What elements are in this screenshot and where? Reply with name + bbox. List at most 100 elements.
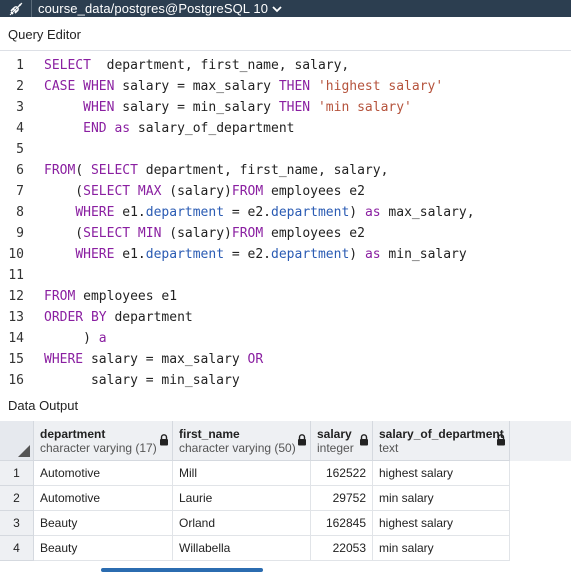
code-line[interactable]: 9 (SELECT MIN (salary)FROM employees e2 — [0, 223, 571, 244]
code-text[interactable]: WHEN salary = min_salary THEN 'min salar… — [44, 97, 412, 118]
table-cell[interactable]: Automotive — [34, 461, 173, 486]
table-row[interactable]: 4 Beauty Willabella 22053 min salary — [0, 536, 510, 561]
code-line[interactable]: 10 WHERE e1.department = e2.department) … — [0, 244, 571, 265]
table-cell[interactable]: 29752 — [311, 486, 373, 511]
table-cell[interactable]: min salary — [373, 536, 510, 561]
line-number: 13 — [8, 310, 24, 325]
line-number: 4 — [16, 121, 24, 136]
sql-keyword: CASE WHEN — [44, 79, 115, 94]
sql-text: min_salary — [380, 247, 467, 262]
column-header-first-name[interactable]: first_name character varying (50) — [173, 421, 311, 461]
code-line[interactable]: 14 ) a — [0, 328, 571, 349]
table-cell[interactable]: highest salary — [373, 511, 510, 536]
grid-body: 1 Automotive Mill 162522 highest salary 2 Auto… — [0, 461, 510, 561]
table-cell[interactable]: Automotive — [34, 486, 173, 511]
sql-field: department — [271, 247, 350, 262]
code-line[interactable]: 13 ORDER BY department — [0, 307, 571, 328]
table-cell[interactable]: Laurie — [173, 486, 311, 511]
code-text[interactable]: salary = min_salary — [44, 370, 240, 388]
sql-text: ) — [349, 205, 365, 220]
code-line[interactable]: 1 SELECT department, first_name, salary, — [0, 55, 571, 76]
connection-label[interactable]: course_data/postgres@PostgreSQL 10 — [38, 1, 268, 16]
code-text[interactable]: ) a — [44, 328, 107, 349]
table-cell[interactable]: Willabella — [173, 536, 311, 561]
sql-text: = e2. — [224, 247, 272, 262]
code-text[interactable]: END as salary_of_department — [44, 118, 294, 139]
sql-keyword: WHERE — [44, 352, 84, 367]
sql-keyword: ORDER BY — [44, 310, 107, 325]
table-cell[interactable]: 162522 — [311, 461, 373, 486]
code-text[interactable]: WHERE e1.department = e2.department) as … — [44, 244, 467, 265]
code-text[interactable]: WHERE salary = max_salary OR — [44, 349, 263, 370]
code-text[interactable]: ORDER BY department — [44, 307, 193, 328]
code-text[interactable]: FROM( SELECT department, first_name, sal… — [44, 160, 388, 181]
code-line[interactable]: 11 — [0, 265, 571, 286]
connection-link-icon[interactable] — [0, 0, 32, 17]
row-number[interactable]: 1 — [0, 461, 34, 486]
table-row[interactable]: 1 Automotive Mill 162522 highest salary — [0, 461, 510, 486]
table-cell[interactable]: Orland — [173, 511, 311, 536]
grid-header-filler — [510, 421, 571, 461]
sql-keyword: SELECT MIN — [83, 226, 162, 241]
select-all-corner[interactable] — [0, 421, 34, 461]
row-number[interactable]: 3 — [0, 511, 34, 536]
sql-keyword: FROM — [231, 184, 264, 199]
horizontal-scrollbar[interactable] — [101, 568, 263, 572]
code-text[interactable]: CASE WHEN salary = max_salary THEN 'high… — [44, 76, 443, 97]
code-text[interactable]: FROM employees e1 — [44, 286, 177, 307]
code-text[interactable]: (SELECT MAX (salary)FROM employees e2 — [44, 181, 365, 202]
query-editor-title[interactable]: Query Editor — [0, 22, 571, 46]
sql-text: ) — [349, 247, 365, 262]
sql-keyword: SELECT — [90, 163, 138, 178]
code-line[interactable]: 8 WHERE e1.department = e2.department) a… — [0, 202, 571, 223]
code-line[interactable]: 4 END as salary_of_department — [0, 118, 571, 139]
table-cell[interactable]: highest salary — [373, 461, 510, 486]
table-row[interactable]: 3 Beauty Orland 162845 highest salary — [0, 511, 510, 536]
column-header-salary[interactable]: salary integer — [311, 421, 373, 461]
lock-icon — [160, 434, 168, 446]
sql-text: salary = max_salary — [114, 79, 279, 94]
connection-bar[interactable]: course_data/postgres@PostgreSQL 10 — [0, 0, 571, 17]
lock-icon — [497, 434, 505, 446]
column-header-department[interactable]: department character varying (17) — [34, 421, 173, 461]
query-editor[interactable]: 1 SELECT department, first_name, salary, 2… — [0, 50, 571, 388]
code-text[interactable]: (SELECT MIN (salary)FROM employees e2 — [44, 223, 365, 244]
code-line[interactable]: 15 WHERE salary = max_salary OR — [0, 349, 571, 370]
table-cell[interactable]: 22053 — [311, 536, 373, 561]
table-row[interactable]: 2 Automotive Laurie 29752 min salary — [0, 486, 510, 511]
code-text[interactable]: SELECT department, first_name, salary, — [44, 55, 349, 76]
column-header-salary-of-department[interactable]: salary_of_department text — [373, 421, 510, 461]
line-number: 14 — [8, 331, 24, 346]
sql-text: ( — [75, 163, 91, 178]
code-line[interactable]: 6 FROM( SELECT department, first_name, sa… — [0, 160, 571, 181]
row-number[interactable]: 2 — [0, 486, 34, 511]
table-cell[interactable]: 162845 — [311, 511, 373, 536]
sql-keyword: a — [98, 331, 107, 346]
line-number: 12 — [8, 289, 24, 304]
sql-field: department — [271, 205, 350, 220]
data-output-grid: department character varying (17) first_na… — [0, 421, 571, 572]
sql-text: salary = min_salary — [114, 100, 279, 115]
table-cell[interactable]: Beauty — [34, 511, 173, 536]
table-cell[interactable]: min salary — [373, 486, 510, 511]
code-line[interactable]: 12 FROM employees e1 — [0, 286, 571, 307]
code-line[interactable]: 3 WHEN salary = min_salary THEN 'min sal… — [0, 97, 571, 118]
line-number: 8 — [16, 205, 24, 220]
sql-keyword: as — [114, 121, 131, 136]
line-number: 16 — [8, 373, 24, 388]
chevron-down-icon[interactable] — [272, 5, 282, 13]
code-text[interactable]: WHERE e1.department = e2.department) as … — [44, 202, 474, 223]
line-number: 10 — [8, 247, 24, 262]
table-cell[interactable]: Beauty — [34, 536, 173, 561]
code-line[interactable]: 2 CASE WHEN salary = max_salary THEN 'hig… — [0, 76, 571, 97]
table-cell[interactable]: Mill — [173, 461, 311, 486]
code-line[interactable]: 5 — [0, 139, 571, 160]
code-line[interactable]: 16 salary = min_salary — [0, 370, 571, 388]
data-output-title[interactable]: Data Output — [0, 393, 571, 417]
code-line[interactable]: 7 (SELECT MAX (salary)FROM employees e2 — [0, 181, 571, 202]
line-number: 3 — [16, 100, 24, 115]
row-number[interactable]: 4 — [0, 536, 34, 561]
